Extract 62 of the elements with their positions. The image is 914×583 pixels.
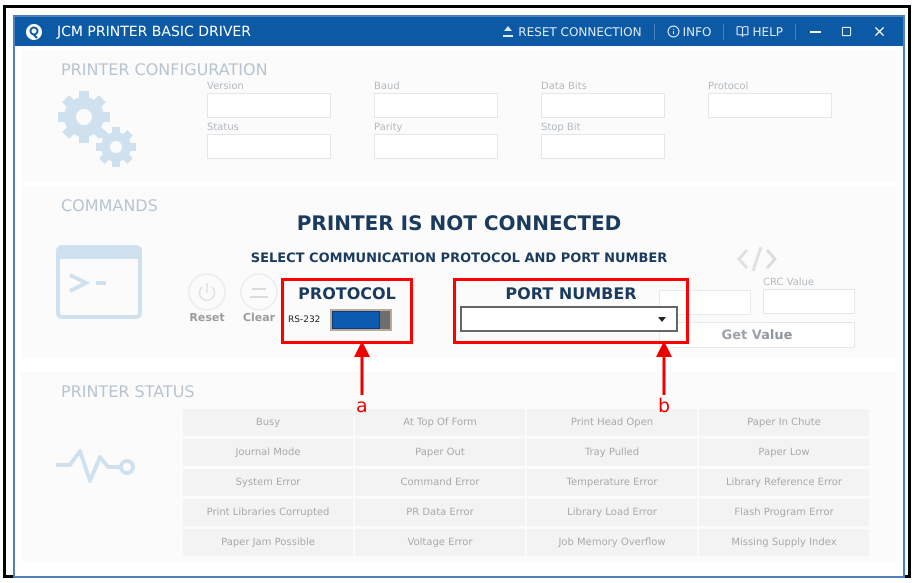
input-field[interactable] bbox=[207, 93, 331, 118]
field-label: Stop Bit bbox=[541, 122, 580, 133]
dialog-subtitle: SELECT COMMUNICATION PROTOCOL AND PORT NUMBER bbox=[250, 251, 668, 266]
arrow bbox=[656, 341, 672, 395]
arrow bbox=[354, 341, 370, 395]
status-indicator: PR Data Error bbox=[355, 499, 525, 526]
eject-icon bbox=[501, 24, 516, 38]
section-title: COMMANDS bbox=[61, 196, 158, 215]
dialog-title: PRINTER IS NOT CONNECTED bbox=[296, 211, 622, 235]
input-field[interactable] bbox=[207, 134, 331, 159]
status-indicator: Tray Pulled bbox=[527, 439, 697, 466]
info-icon bbox=[666, 25, 680, 38]
field-label: Data Bits bbox=[541, 81, 587, 92]
switch-label: RS-232 bbox=[288, 315, 320, 325]
input-field[interactable] bbox=[763, 289, 855, 314]
status-indicator: Busy bbox=[183, 409, 353, 436]
status-indicator: Paper In Chute bbox=[699, 409, 869, 436]
status-indicator: Temperature Error bbox=[527, 469, 697, 496]
status-indicator: Flash Program Error bbox=[699, 499, 869, 526]
maximize-icon bbox=[841, 26, 852, 37]
minimize-icon bbox=[810, 30, 821, 32]
text-icon bbox=[250, 286, 268, 298]
field-label: Status bbox=[207, 122, 239, 133]
input-field[interactable] bbox=[374, 134, 498, 159]
input-field[interactable] bbox=[374, 93, 498, 118]
status-indicator: Paper Out bbox=[355, 439, 525, 466]
input-field[interactable] bbox=[541, 134, 665, 159]
toolbar-button[interactable]: RESET CONNECTION bbox=[497, 24, 646, 38]
field-label: Protocol bbox=[708, 81, 748, 92]
status-indicator: Paper Low bbox=[699, 439, 869, 466]
section-title: PRINTER CONFIGURATION bbox=[61, 60, 268, 79]
logo-icon bbox=[25, 22, 43, 40]
status-indicator: Library Load Error bbox=[527, 499, 697, 526]
toolbar-button[interactable]: INFO bbox=[662, 24, 716, 38]
close-icon bbox=[872, 24, 887, 39]
input-field[interactable] bbox=[708, 93, 832, 118]
code-icon bbox=[737, 245, 777, 273]
field-label: Parity bbox=[374, 122, 402, 133]
port-dropdown[interactable] bbox=[460, 306, 678, 332]
status-indicator: Paper Jam Possible bbox=[183, 529, 353, 556]
status-indicator: System Error bbox=[183, 469, 353, 496]
power-icon bbox=[197, 282, 217, 302]
field-label: Version bbox=[207, 81, 244, 92]
section-title: PRINTER STATUS bbox=[61, 382, 195, 401]
window-title: JCM PRINTER BASIC DRIVER bbox=[57, 24, 252, 40]
status-indicator: Print Libraries Corrupted bbox=[183, 499, 353, 526]
status-indicator: Journal Mode bbox=[183, 439, 353, 466]
toolbar-button[interactable]: HELP bbox=[732, 24, 787, 38]
protocol-label: PROTOCOL bbox=[298, 284, 396, 303]
field-label: CRC Value bbox=[763, 277, 814, 288]
port-label: PORT NUMBER bbox=[505, 284, 637, 303]
terminal-icon bbox=[56, 245, 142, 319]
status-indicator: Library Reference Error bbox=[699, 469, 869, 496]
status-indicator: Voltage Error bbox=[355, 529, 525, 556]
get-value-button[interactable]: Get Value bbox=[659, 322, 855, 348]
protocol-switch[interactable] bbox=[330, 309, 392, 331]
status-indicator: Command Error bbox=[355, 469, 525, 496]
status-indicator: Job Memory Overflow bbox=[527, 529, 697, 556]
field-label: Baud bbox=[374, 81, 400, 92]
status-indicator: Missing Supply Index bbox=[699, 529, 869, 556]
input-field[interactable] bbox=[541, 93, 665, 118]
book-icon bbox=[736, 25, 750, 38]
